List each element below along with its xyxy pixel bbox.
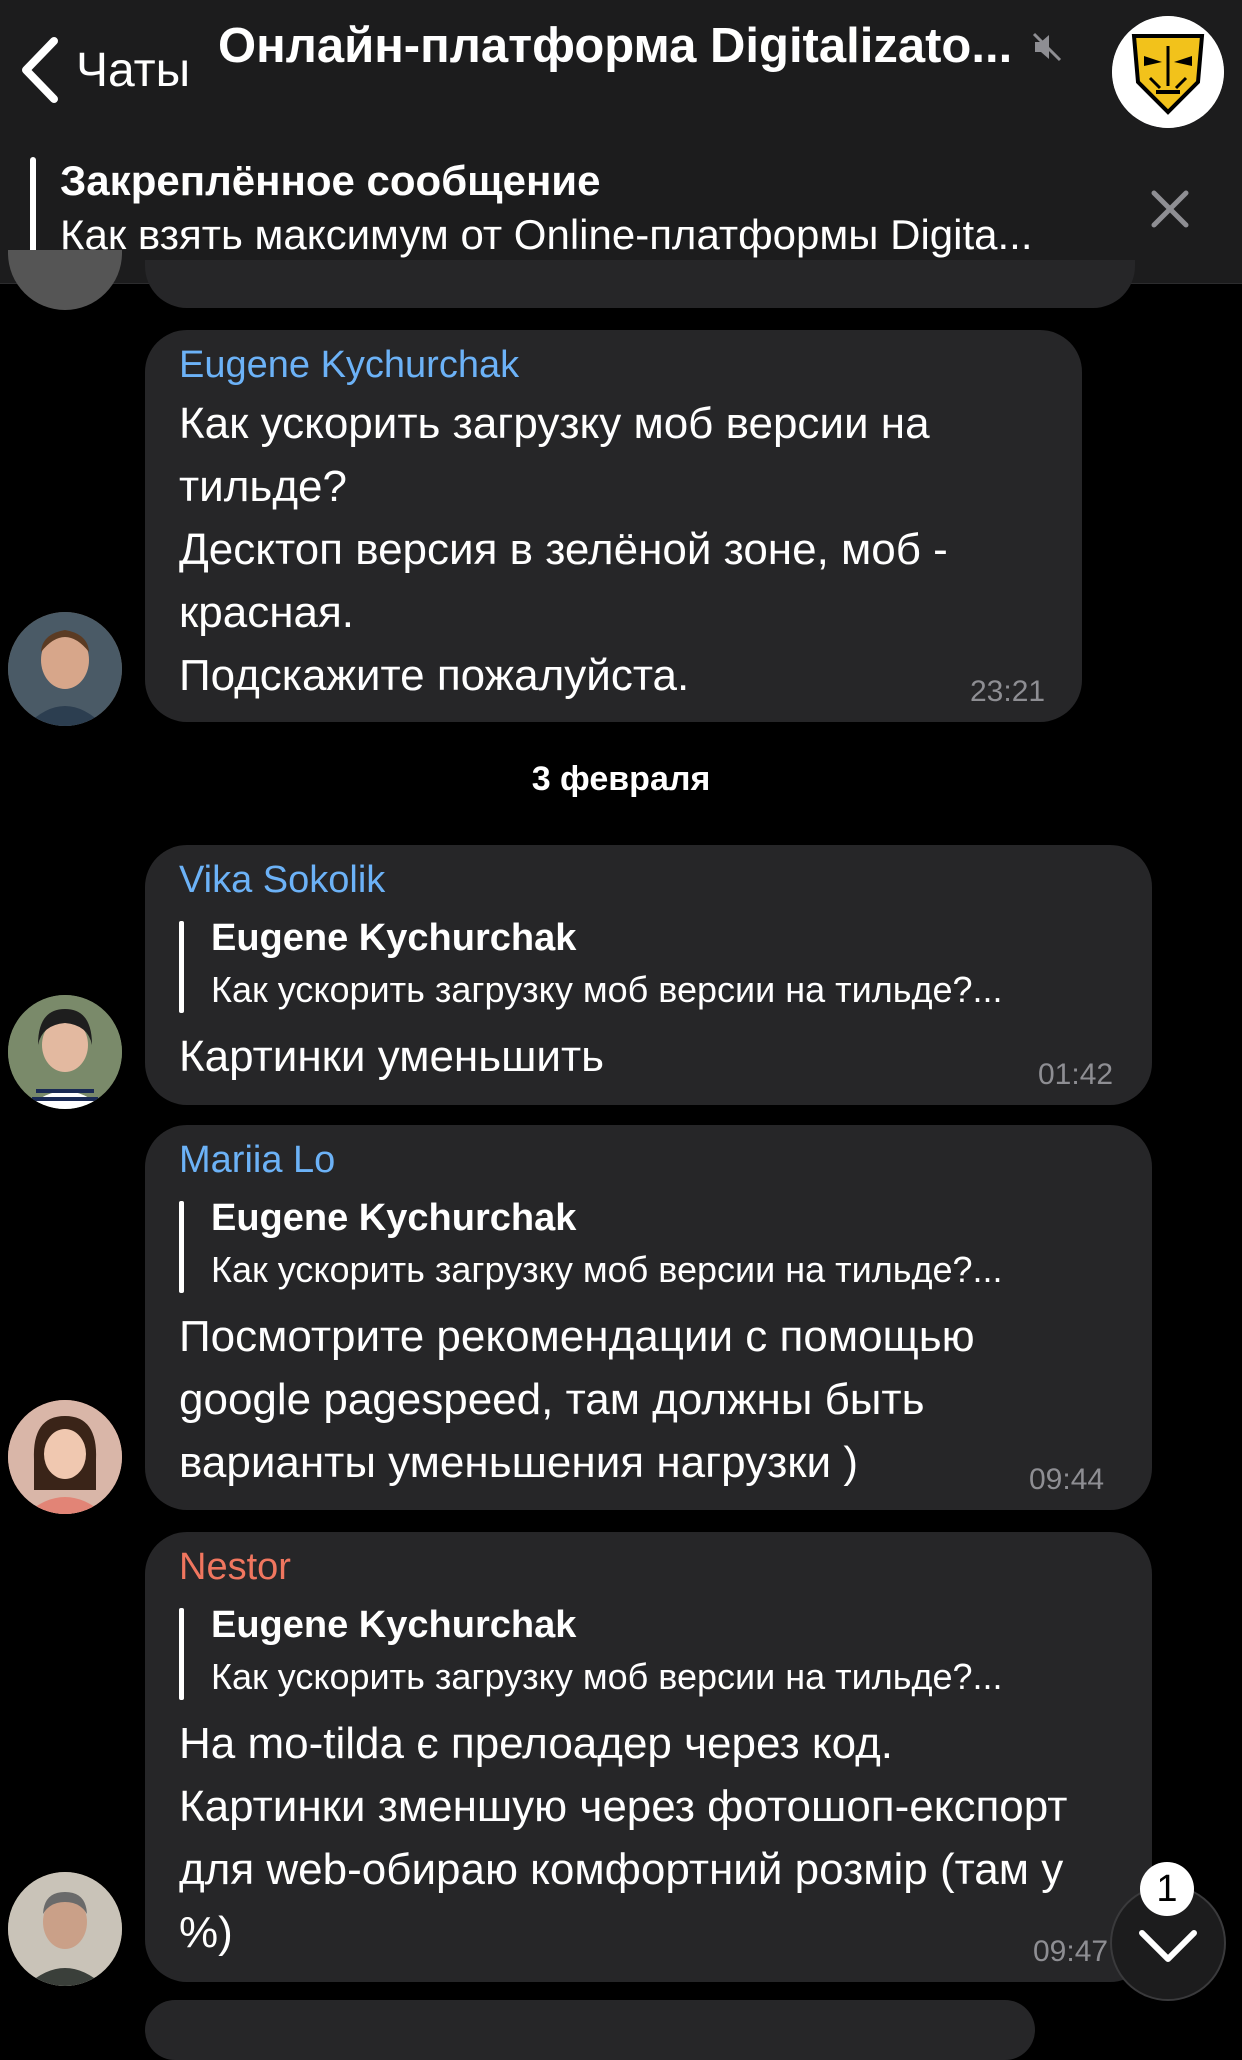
reply-bar xyxy=(179,1201,184,1293)
avatar[interactable] xyxy=(8,1400,122,1514)
reply-name: Eugene Kychurchak xyxy=(211,917,577,959)
message-bubble[interactable]: Vika Sokolik Eugene Kychurchak Как ускор… xyxy=(145,845,1152,1105)
reply-bar xyxy=(179,921,184,1013)
reply-preview[interactable]: Eugene Kychurchak Как ускорить загрузку … xyxy=(179,917,1119,1013)
message-sender[interactable]: Mariia Lo xyxy=(179,1139,335,1182)
message-bubble[interactable]: Nestor Eugene Kychurchak Как ускорить за… xyxy=(145,1532,1152,1982)
reply-bar xyxy=(179,1608,184,1700)
message-time: 09:44 xyxy=(1029,1463,1105,1496)
person-avatar-icon xyxy=(8,995,122,1109)
reply-text: Как ускорить загрузку моб версии на тиль… xyxy=(211,1249,1003,1290)
reply-preview[interactable]: Eugene Kychurchak Как ускорить загрузку … xyxy=(179,1197,1119,1293)
message-text: На mo-tilda є прелоадер через код. Карти… xyxy=(179,1719,1068,1957)
message-sender[interactable]: Nestor xyxy=(179,1546,291,1589)
reply-text: Как ускорить загрузку моб версии на тиль… xyxy=(211,969,1003,1010)
avatar[interactable] xyxy=(8,995,122,1109)
message-text: Картинки уменьшить xyxy=(179,1032,605,1081)
message-time: 23:21 xyxy=(970,675,1046,708)
close-icon[interactable] xyxy=(1148,187,1192,231)
group-avatar[interactable] xyxy=(1112,16,1224,128)
pinned-text: Как взять максимум от Online-платформы D… xyxy=(60,211,1033,258)
message-time: 09:47 xyxy=(1033,1935,1109,1968)
avatar[interactable] xyxy=(8,1872,122,1986)
back-label: Чаты xyxy=(76,43,191,97)
pinned-bar xyxy=(30,157,36,263)
chevron-left-icon xyxy=(22,37,58,103)
message-text: Как ускорить загрузку моб версии на тиль… xyxy=(179,399,948,700)
message-sender[interactable]: Vika Sokolik xyxy=(179,859,385,902)
message-bubble[interactable]: Eugene Kychurchak Как ускорить загрузку … xyxy=(145,330,1082,722)
unread-badge: 1 xyxy=(1140,1862,1194,1916)
date-separator: 3 февраля xyxy=(531,760,711,798)
reply-name: Eugene Kychurchak xyxy=(211,1604,577,1646)
reply-name: Eugene Kychurchak xyxy=(211,1197,577,1239)
muted-speaker-icon xyxy=(1032,32,1062,62)
message-sender[interactable]: Eugene Kychurchak xyxy=(179,344,519,387)
message-text: Посмотрите рекомендации с помощью google… xyxy=(179,1312,975,1487)
message-time: 01:42 xyxy=(1038,1058,1114,1091)
back-button[interactable]: Чаты xyxy=(18,30,190,110)
person-avatar-icon xyxy=(8,1400,122,1514)
chat-title[interactable]: Онлайн-платформа Digitalizato... xyxy=(218,18,1018,74)
reply-text: Как ускорить загрузку моб версии на тиль… xyxy=(211,1656,1003,1697)
partial-message-bubble xyxy=(145,260,1135,308)
person-avatar-icon xyxy=(8,612,122,726)
reply-preview[interactable]: Eugene Kychurchak Как ускорить загрузку … xyxy=(179,1604,1119,1700)
person-avatar-icon xyxy=(8,1872,122,1986)
pinned-title: Закреплённое сообщение xyxy=(60,157,601,204)
chat-header: Чаты Онлайн-платформа Digitalizato... xyxy=(0,0,1242,135)
avatar[interactable] xyxy=(8,250,122,310)
message-bubble[interactable]: Mariia Lo Eugene Kychurchak Как ускорить… xyxy=(145,1125,1152,1510)
avatar[interactable] xyxy=(8,612,122,726)
partial-message-bubble xyxy=(145,2000,1035,2060)
mask-logo-icon xyxy=(1112,16,1224,128)
